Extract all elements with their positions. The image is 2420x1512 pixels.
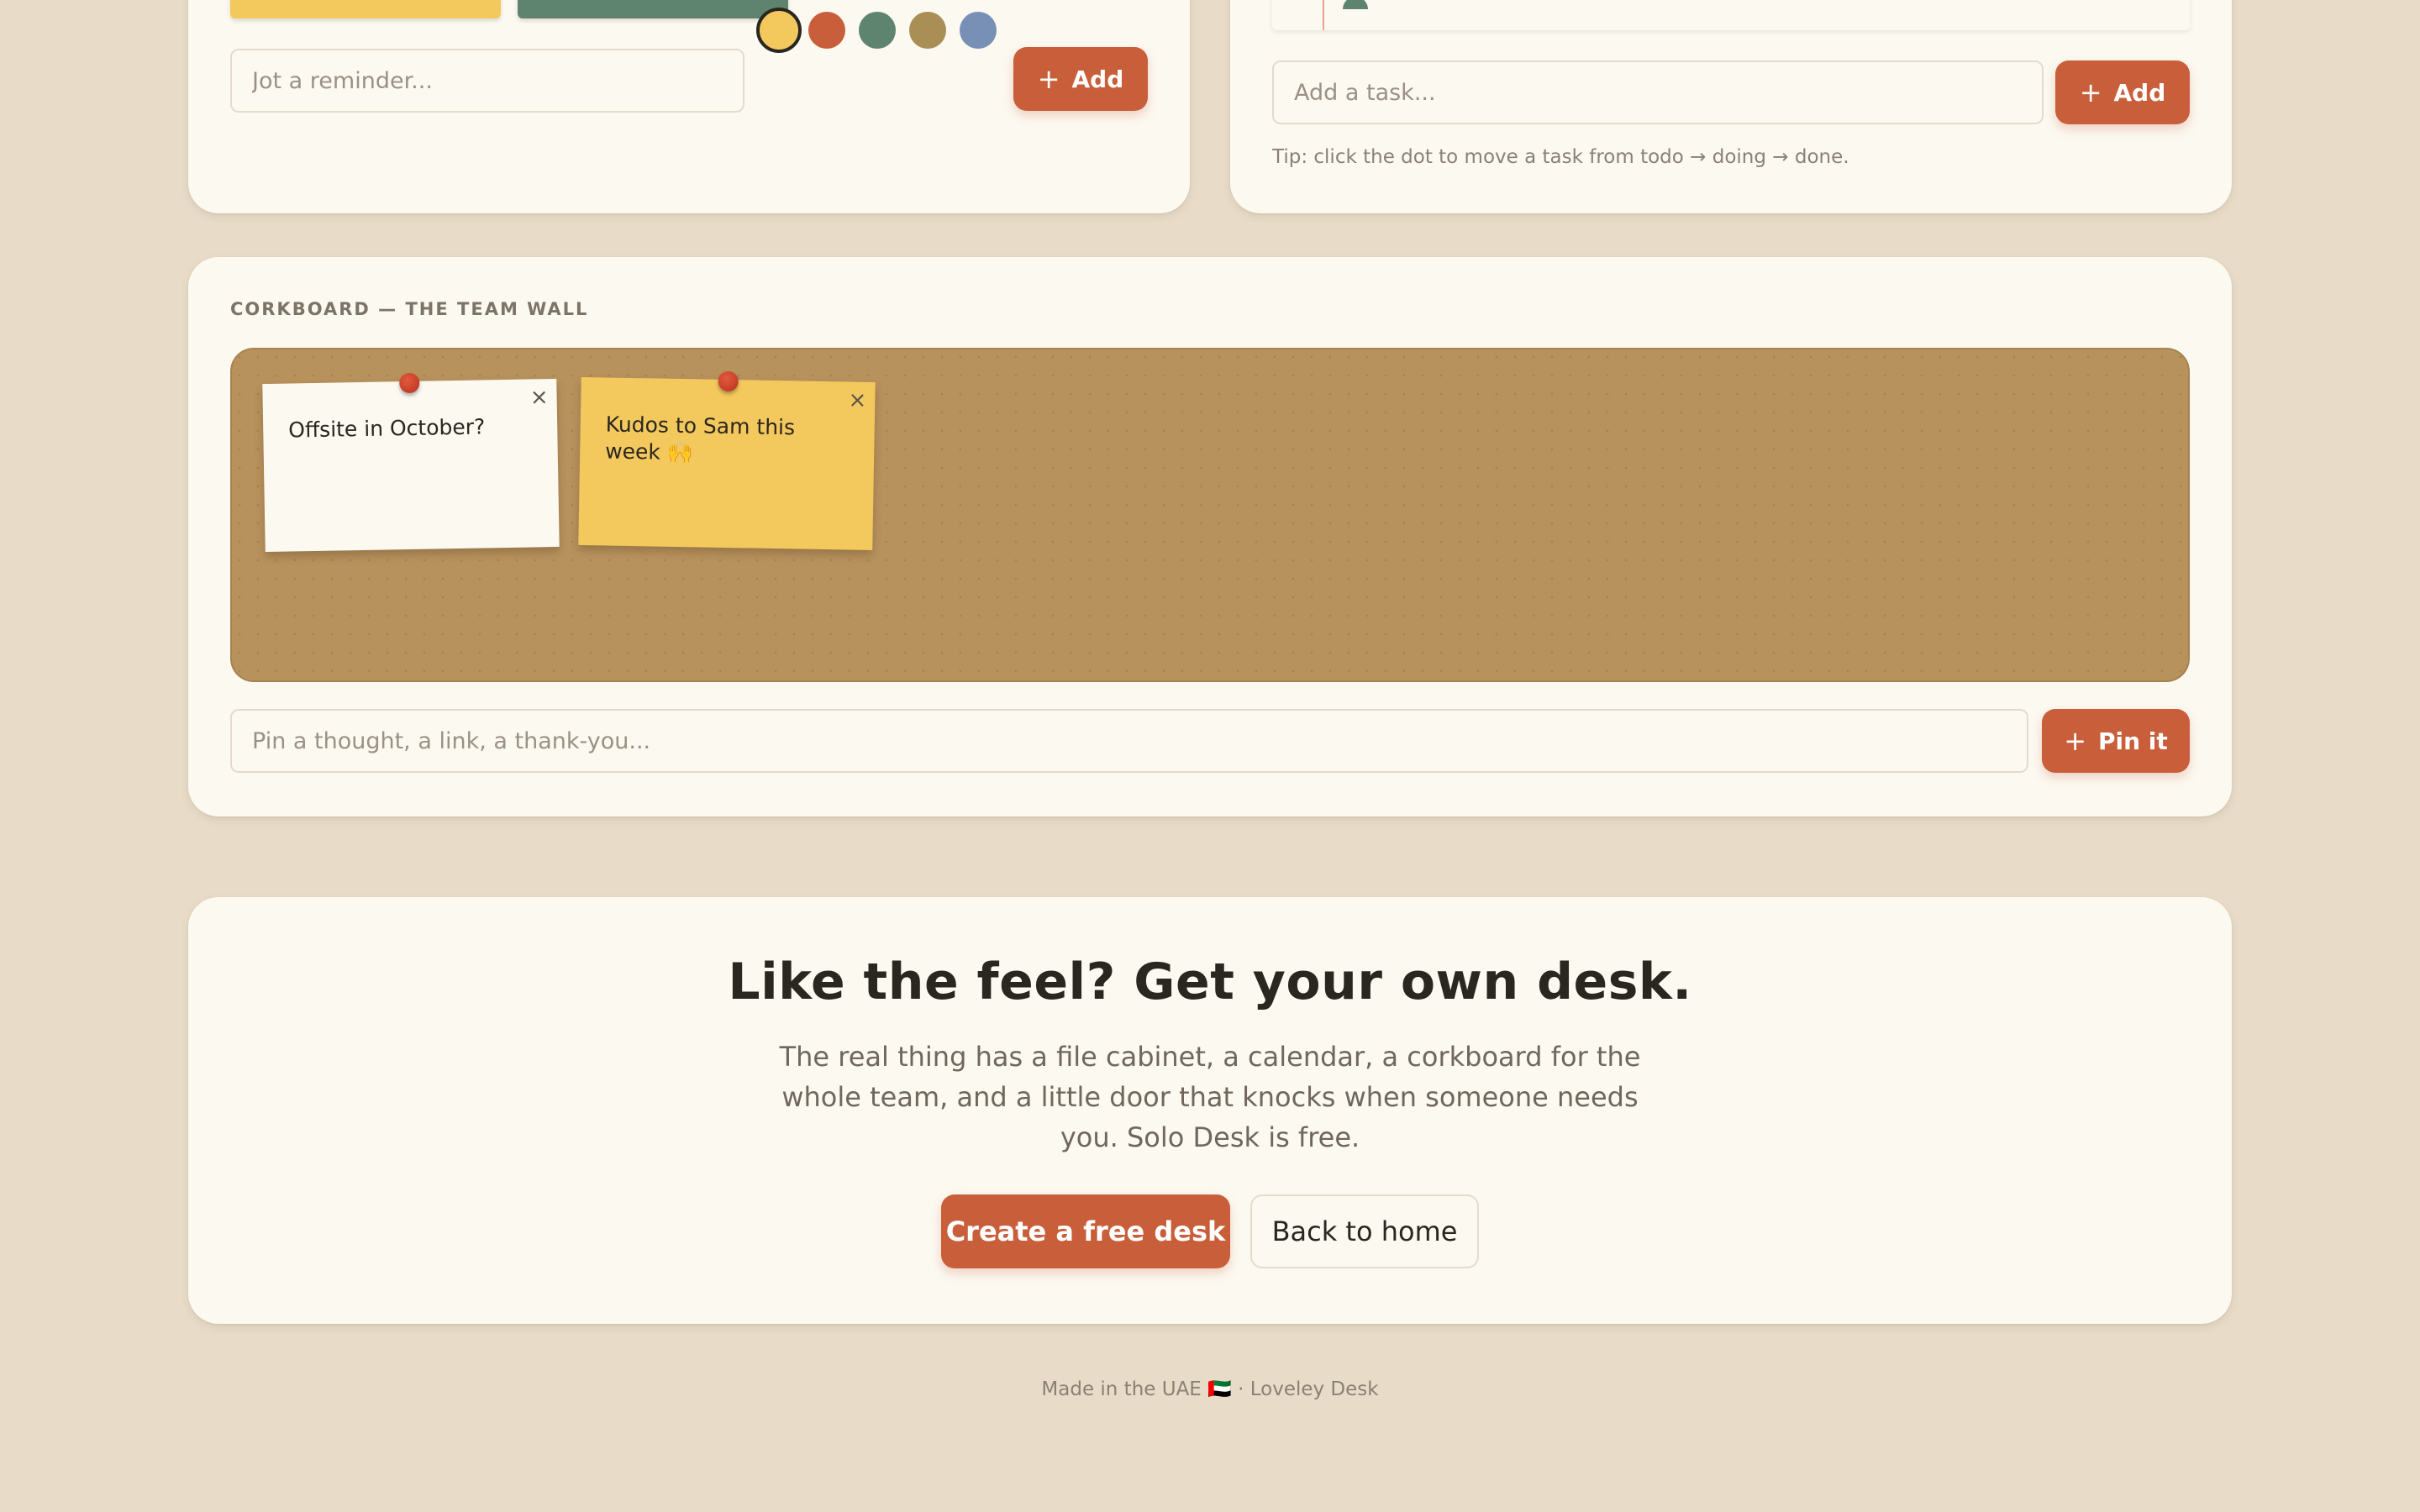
add-reminder-button[interactable]: + Add: [1013, 47, 1148, 111]
cta-description: The real thing has a file cabinet, a cal…: [779, 1041, 1641, 1153]
color-swatch-orange[interactable]: [808, 12, 845, 49]
reminder-strip-yellow[interactable]: [230, 0, 501, 18]
add-task-label: Add: [2113, 78, 2166, 107]
cta-title: Like the feel? Get your own desk.: [728, 953, 1692, 1011]
note-text: Offsite in October?: [287, 414, 486, 443]
back-home-button[interactable]: Back to home: [1250, 1194, 1479, 1268]
task-tip: Tip: click the dot to move a task from t…: [1272, 146, 1849, 168]
task-list-item: [1272, 0, 2190, 30]
plus-icon: +: [2079, 76, 2102, 108]
color-swatch-blue[interactable]: [960, 12, 997, 49]
task-margin-line: [1323, 0, 1324, 30]
cta-card: Like the feel? Get your own desk. The re…: [188, 897, 2232, 1324]
back-home-label: Back to home: [1271, 1215, 1458, 1247]
pin-icon: [399, 372, 420, 394]
plus-icon: +: [2064, 725, 2086, 757]
create-desk-button[interactable]: Create a free desk: [941, 1194, 1230, 1268]
task-status-dot-icon[interactable]: [1343, 0, 1368, 9]
pin-it-button[interactable]: + Pin it: [2042, 709, 2190, 773]
color-swatch-ochre[interactable]: [909, 12, 946, 49]
close-icon[interactable]: ×: [848, 387, 866, 414]
footer: Made in the UAE 🇦🇪 · Loveley Desk: [1041, 1378, 1379, 1400]
add-task-button[interactable]: + Add: [2055, 60, 2190, 124]
add-reminder-label: Add: [1071, 65, 1124, 93]
reminder-strip-green[interactable]: [518, 0, 788, 18]
reminder-input[interactable]: [230, 49, 744, 113]
reminders-card: + Add: [188, 0, 1190, 213]
note-text: Kudos to Sam this week 🙌: [604, 412, 796, 465]
corkboard-label: CORKBOARD — THE TEAM WALL: [230, 299, 589, 319]
task-input[interactable]: [1272, 60, 2044, 124]
plus-icon: +: [1037, 63, 1060, 95]
corkboard-note[interactable]: × Offsite in October?: [262, 372, 560, 553]
corkboard[interactable]: × Offsite in October? × Kudos to Sam thi…: [230, 348, 2190, 682]
corkboard-card: CORKBOARD — THE TEAM WALL × Offsite in O…: [188, 257, 2232, 816]
pin-it-label: Pin it: [2098, 727, 2168, 755]
pin-input[interactable]: [230, 709, 2028, 773]
create-desk-label: Create a free desk: [945, 1215, 1226, 1247]
corkboard-note[interactable]: × Kudos to Sam this week 🙌: [578, 370, 876, 551]
color-swatch-green[interactable]: [859, 12, 896, 49]
pin-icon: [718, 370, 739, 392]
color-swatch-yellow[interactable]: [756, 8, 802, 53]
tasks-card: + Add Tip: click the dot to move a task …: [1230, 0, 2232, 213]
close-icon[interactable]: ×: [530, 384, 549, 411]
